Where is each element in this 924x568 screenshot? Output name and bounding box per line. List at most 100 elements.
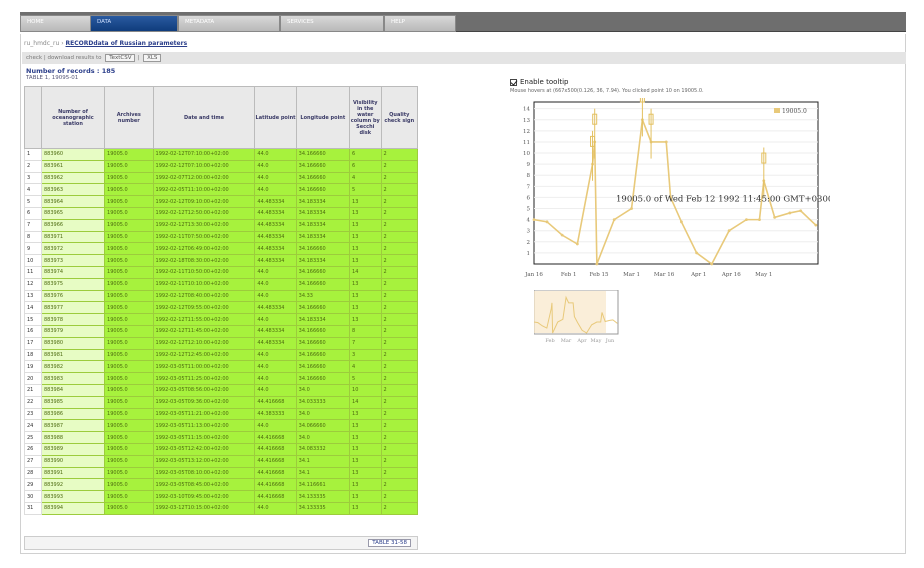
cell-station[interactable]: 883977 [40,301,106,315]
cell-station[interactable]: 883964 [40,195,106,208]
cell-datetime: 1992-02-12T07:10:00+02:00 [152,159,256,173]
tab-services[interactable]: SERVICES [280,15,384,32]
cell-station[interactable]: 883986 [40,407,106,421]
cell-quality: 2 [380,277,419,291]
table-row[interactable]: 13 883976 19005.0 1992-02-12T08:40:00+02:00… [24,289,419,303]
table-row[interactable]: 31 883994 19005.0 1992-03-12T10:15:00+02:00… [24,501,419,515]
table-row[interactable]: 3 883962 19005.0 1992-02-07T12:00:00+02:00 4… [24,171,419,185]
cell-station[interactable]: 883974 [40,265,106,279]
cell-station[interactable]: 883983 [40,372,106,385]
table-row[interactable]: 14 883977 19005.0 1992-02-12T09:55:00+02:00… [24,301,419,315]
tooltip-toggle[interactable]: Enable tooltip [510,78,568,86]
table-row[interactable]: 4 883963 19005.0 1992-02-05T11:10:00+02:00 4… [24,183,419,197]
record-subtitle[interactable]: TABLE 1, 19095-01 [26,75,78,81]
cell-station[interactable]: 883975 [40,277,106,291]
table-row[interactable]: 2 883961 19005.0 1992-02-12T07:10:00+02:00 4… [24,159,419,173]
y-tick-label: 4 [527,218,531,224]
table-row[interactable]: 28 883991 19005.0 1992-03-05T08:10:00+02:00… [24,466,419,480]
column-header-datetime[interactable]: Date and time [152,86,256,149]
cell-station[interactable]: 883972 [40,242,106,256]
table-row[interactable]: 20 883983 19005.0 1992-03-05T11:25:00+02:00… [24,372,419,385]
records-table: Number of oceanographic station Archives … [24,86,419,515]
cell-row-number: 31 [24,501,42,515]
overview-chart[interactable]: Feb Mar Apr May Jun [534,290,624,344]
cell-datetime: 1992-02-11T07:50:00+02:00 [152,230,256,244]
column-header-latitude[interactable]: Latitude point [254,86,297,149]
cell-station[interactable]: 883994 [40,501,106,515]
table-row[interactable]: 11 883974 19005.0 1992-02-11T10:50:00+02:00… [24,265,419,279]
breadcrumb-root[interactable]: ru_hmdc_ru [24,40,59,47]
table-row[interactable]: 25 883988 19005.0 1992-03-05T11:15:00+02:00… [24,431,419,444]
line-chart[interactable]: 1234567891011121314Jan 16 Feb 1 Feb 15 Mar … [510,98,830,288]
tab-help[interactable]: HELP [384,15,456,32]
cell-station[interactable]: 883982 [40,360,106,374]
column-header-longitude[interactable]: Longitude point [295,86,351,149]
table-row[interactable]: 5 883964 19005.0 1992-02-12T09:10:00+02:00 4… [24,195,419,208]
cell-station[interactable]: 883965 [40,206,106,220]
tooltip-checkbox[interactable] [510,78,517,86]
cell-station[interactable]: 883962 [40,171,106,185]
table-row[interactable]: 17 883980 19005.0 1992-02-12T12:10:00+02:00… [24,336,419,350]
table-row[interactable]: 8 883971 19005.0 1992-02-11T07:50:00+02:00 4… [24,230,419,244]
cell-row-number: 6 [24,206,42,220]
table-row[interactable]: 18 883981 19005.0 1992-02-12T12:45:00+02:00… [24,348,419,362]
table-row[interactable]: 22 883985 19005.0 1992-03-05T09:36:00+02:00… [24,395,419,409]
cell-archive: 19005.0 [104,159,154,173]
cell-station[interactable]: 883993 [40,490,106,503]
cell-station[interactable]: 883979 [40,324,106,338]
download-csv-button[interactable]: TextCSV [105,54,136,62]
cell-station[interactable]: 883984 [40,383,106,397]
column-header-quality[interactable]: Quality check sign [380,86,419,149]
cell-longitude: 34.166660 [295,159,351,173]
table-row[interactable]: 23 883986 19005.0 1992-03-05T11:21:00+02:00… [24,407,419,421]
download-xls-button[interactable]: XLS [143,54,162,62]
table-row[interactable]: 24 883987 19005.0 1992-03-05T11:13:00+02:00… [24,419,419,433]
tab-metadata[interactable]: METADATA [178,15,280,32]
table-row[interactable]: 21 883984 19005.0 1992-03-05T08:56:00+02:00… [24,383,419,397]
breadcrumb-current[interactable]: RECORDdata of Russian parameters [66,40,188,47]
cell-station[interactable]: 883987 [40,419,106,433]
tab-data[interactable]: DATA [90,15,178,32]
cell-latitude: 44.416668 [254,490,297,503]
cell-station[interactable]: 883960 [40,148,106,161]
column-header-row-number[interactable] [24,86,42,149]
cell-station[interactable]: 883966 [40,218,106,232]
more-records-link[interactable]: TABLE 31-58 [368,539,411,547]
table-row[interactable]: 15 883978 19005.0 1992-02-12T11:55:00+02:00… [24,313,419,326]
cell-archive: 19005.0 [104,183,154,197]
cell-station[interactable]: 883981 [40,348,106,362]
cell-archive: 19005.0 [104,395,154,409]
cell-station[interactable]: 883973 [40,254,106,267]
cell-longitude: 34.166660 [295,336,351,350]
table-row[interactable]: 19 883982 19005.0 1992-03-05T11:00:00+02:00… [24,360,419,374]
cell-station[interactable]: 883991 [40,466,106,480]
cell-station[interactable]: 883988 [40,431,106,444]
table-row[interactable]: 7 883966 19005.0 1992-02-12T13:30:00+02:00 4… [24,218,419,232]
column-header-archive[interactable]: Archives number [104,86,154,149]
column-header-station[interactable]: Number of oceanographic station [40,86,106,149]
cell-station[interactable]: 883963 [40,183,106,197]
table-row[interactable]: 1 883960 19005.0 1992-02-12T07:10:00+02:00 4… [24,148,419,161]
cell-station[interactable]: 883985 [40,395,106,409]
column-header-visibility[interactable]: Visibility in the water column by Secchi… [349,86,382,149]
table-row[interactable]: 29 883992 19005.0 1992-03-05T08:45:00+02:00… [24,478,419,492]
table-row[interactable]: 10 883973 19005.0 1992-02-18T08:30:00+02:00… [24,254,419,267]
table-row[interactable]: 12 883975 19005.0 1992-02-11T10:10:00+02:00… [24,277,419,291]
cell-archive: 19005.0 [104,206,154,220]
cell-station[interactable]: 883980 [40,336,106,350]
cell-station[interactable]: 883971 [40,230,106,244]
cell-station[interactable]: 883976 [40,289,106,303]
table-row[interactable]: 9 883972 19005.0 1992-02-12T06:49:00+02:00 4… [24,242,419,256]
cell-station[interactable]: 883989 [40,442,106,456]
table-row[interactable]: 26 883989 19005.0 1992-03-05T12:42:00+02:00… [24,442,419,456]
cell-quality: 2 [380,478,419,492]
table-row[interactable]: 6 883965 19005.0 1992-02-12T12:50:00+02:00 4… [24,206,419,220]
cell-station[interactable]: 883978 [40,313,106,326]
cell-station[interactable]: 883961 [40,159,106,173]
table-row[interactable]: 27 883990 19005.0 1992-03-05T13:12:00+02:00… [24,454,419,468]
table-row[interactable]: 30 883993 19005.0 1992-03-10T09:45:00+02:00… [24,490,419,503]
cell-station[interactable]: 883990 [40,454,106,468]
table-row[interactable]: 16 883979 19005.0 1992-02-12T11:45:00+02:00… [24,324,419,338]
cell-station[interactable]: 883992 [40,478,106,492]
table-header: Number of oceanographic station Archives … [24,86,419,149]
